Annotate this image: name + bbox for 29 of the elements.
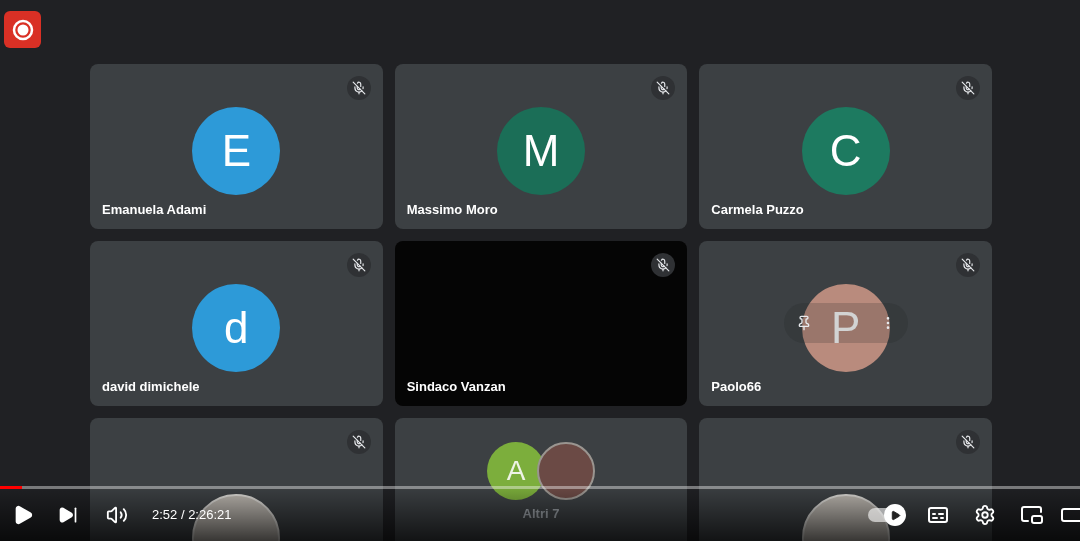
participant-name: Massimo Moro	[406, 202, 498, 217]
mic-off-icon	[346, 430, 371, 454]
mic-off-icon	[956, 430, 980, 454]
miniplayer-icon[interactable]	[1020, 503, 1044, 527]
participant-name: Emanuela Adami	[102, 202, 207, 217]
participant-name: Paolo66	[711, 379, 762, 394]
avatar: d	[192, 283, 281, 372]
recording-icon	[4, 11, 41, 48]
participant-name: Sindaco Vanzan	[406, 379, 506, 394]
avatar: C	[801, 106, 890, 195]
participant-name: Carmela Puzzo	[711, 202, 804, 217]
mic-off-icon	[651, 76, 676, 100]
avatar: M	[497, 106, 585, 195]
volume-icon[interactable]	[106, 504, 128, 526]
next-icon[interactable]	[58, 505, 78, 525]
settings-icon[interactable]	[974, 504, 996, 526]
mic-off-icon	[346, 76, 371, 100]
time-display: 2:52 / 2:26:21	[152, 506, 232, 525]
play-icon	[889, 509, 901, 521]
participant-count: Altri 7	[522, 505, 560, 523]
avatar: E	[192, 106, 281, 195]
mic-off-icon	[651, 253, 676, 277]
avatar: P	[801, 283, 890, 372]
mic-off-icon	[956, 76, 980, 100]
participant-name: david dimichele	[102, 379, 200, 394]
mic-off-icon	[956, 253, 980, 277]
photo-placeholder	[537, 442, 595, 500]
progress-track[interactable]	[0, 486, 1080, 489]
mic-off-icon	[346, 253, 371, 277]
